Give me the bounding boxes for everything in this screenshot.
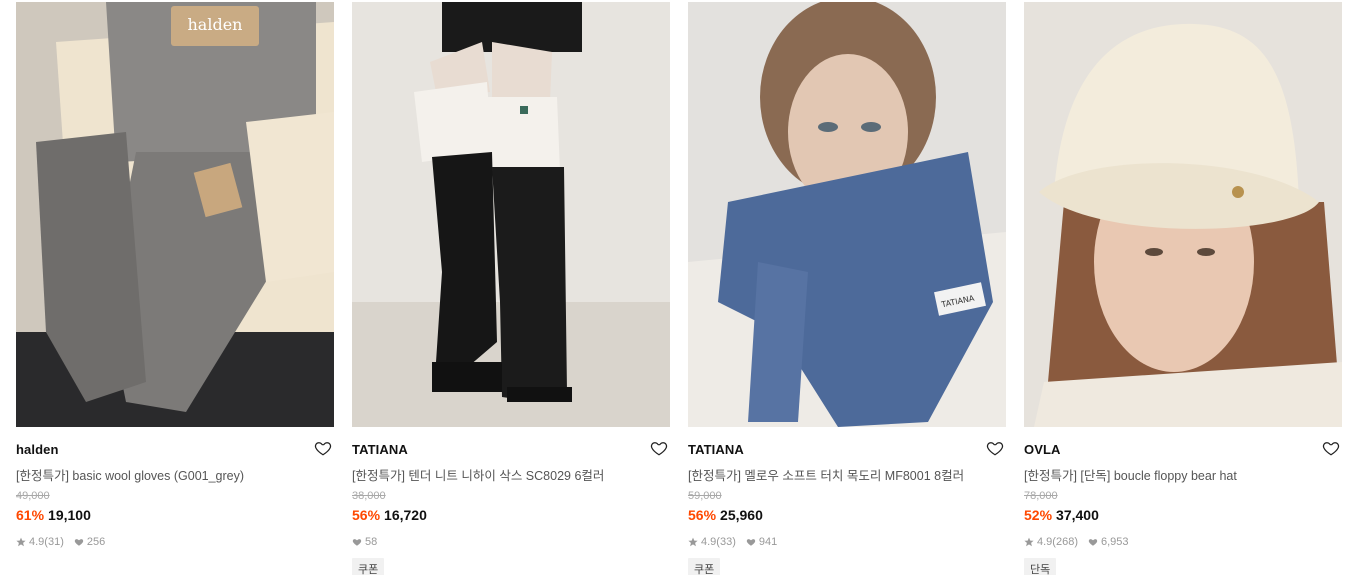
sale-price: 19,100 — [48, 507, 91, 523]
price-line: 56% 25,960 — [688, 507, 763, 523]
likes-count: 256 — [86, 536, 106, 548]
product-photo-gloves: halden — [16, 2, 334, 427]
price-line: 61% 19,100 — [16, 507, 91, 523]
product-card[interactable]: TATIANA TATIANA [한정특가] 멜로우 소프트 터치 목도리 MF… — [688, 2, 1006, 575]
brand-name[interactable]: TATIANA — [688, 442, 744, 457]
product-meta: 4.9 (268) 6,953 — [1024, 536, 1139, 548]
product-meta: 4.9 (33) 941 — [688, 536, 787, 548]
product-photo-bucket-hat — [1024, 2, 1342, 427]
original-price: 78,000 — [1024, 490, 1058, 502]
price-line: 56% 16,720 — [352, 507, 427, 523]
likes-count: 6,953 — [1100, 536, 1129, 548]
review-count: (268) — [1052, 536, 1078, 548]
product-image[interactable]: TATIANA — [688, 2, 1006, 427]
product-grid: halden halden [한정특가] basic wool gloves (… — [16, 2, 1342, 575]
discount-rate: 56% — [352, 507, 381, 523]
rating-value: 4.9 — [29, 536, 45, 548]
original-price: 49,000 — [16, 490, 50, 502]
rating-group: 4.9 (268) — [1024, 536, 1078, 548]
heart-filled-icon — [1088, 537, 1098, 547]
product-meta: 58 — [352, 536, 387, 548]
rating-group: 4.9 (31) — [16, 536, 64, 548]
heart-filled-icon — [352, 537, 362, 547]
brand-name[interactable]: TATIANA — [352, 442, 408, 457]
wishlist-heart-icon[interactable] — [986, 439, 1004, 457]
product-title[interactable]: [한정특가] basic wool gloves (G001_grey) — [16, 465, 316, 484]
wishlist-heart-icon[interactable] — [1322, 439, 1340, 457]
sale-price: 37,400 — [1056, 507, 1099, 523]
star-icon — [16, 537, 26, 547]
product-photo-scarf: TATIANA — [688, 2, 1006, 427]
product-card[interactable]: TATIANA [한정특가] 텐더 니트 니하이 삭스 SC8029 6컬러 3… — [352, 2, 670, 575]
likes-group: 941 — [746, 536, 777, 548]
likes-count: 941 — [758, 536, 778, 548]
discount-rate: 56% — [688, 507, 717, 523]
product-card[interactable]: halden halden [한정특가] basic wool gloves (… — [16, 2, 334, 575]
likes-group: 58 — [352, 536, 377, 548]
likes-count: 58 — [365, 536, 378, 548]
sale-price: 25,960 — [720, 507, 763, 523]
coupon-badge: 쿠폰 — [352, 558, 385, 575]
product-meta: 4.9 (31) 256 — [16, 536, 115, 548]
rating-value: 4.9 — [1037, 536, 1053, 548]
wishlist-heart-icon[interactable] — [314, 439, 332, 457]
likes-group: 256 — [74, 536, 105, 548]
original-price: 38,000 — [352, 490, 386, 502]
heart-filled-icon — [74, 537, 84, 547]
product-image[interactable] — [1024, 2, 1342, 427]
star-icon — [1024, 537, 1034, 547]
review-count: (31) — [44, 536, 64, 548]
exclusive-badge: 단독 — [1024, 558, 1057, 575]
rating-value: 4.9 — [701, 536, 717, 548]
product-title[interactable]: [한정특가] 멜로우 소프트 터치 목도리 MF8001 8컬러 — [688, 465, 988, 484]
rating-group: 4.9 (33) — [688, 536, 736, 548]
review-count: (33) — [716, 536, 736, 548]
product-card[interactable]: OVLA [한정특가] [단독] boucle floppy bear hat … — [1024, 2, 1342, 575]
brand-name[interactable]: halden — [16, 442, 59, 457]
discount-rate: 61% — [16, 507, 45, 523]
price-line: 52% 37,400 — [1024, 507, 1099, 523]
product-title[interactable]: [한정특가] [단독] boucle floppy bear hat — [1024, 465, 1324, 484]
star-icon — [688, 537, 698, 547]
wishlist-heart-icon[interactable] — [650, 439, 668, 457]
original-price: 59,000 — [688, 490, 722, 502]
product-image[interactable] — [352, 2, 670, 427]
discount-rate: 52% — [1024, 507, 1053, 523]
likes-group: 6,953 — [1088, 536, 1129, 548]
product-image[interactable]: halden — [16, 2, 334, 427]
brand-patch-text: halden — [188, 15, 243, 34]
brand-name[interactable]: OVLA — [1024, 442, 1061, 457]
product-title[interactable]: [한정특가] 텐더 니트 니하이 삭스 SC8029 6컬러 — [352, 465, 652, 484]
heart-filled-icon — [746, 537, 756, 547]
product-photo-knee-socks — [352, 2, 670, 427]
sale-price: 16,720 — [384, 507, 427, 523]
coupon-badge: 쿠폰 — [688, 558, 721, 575]
